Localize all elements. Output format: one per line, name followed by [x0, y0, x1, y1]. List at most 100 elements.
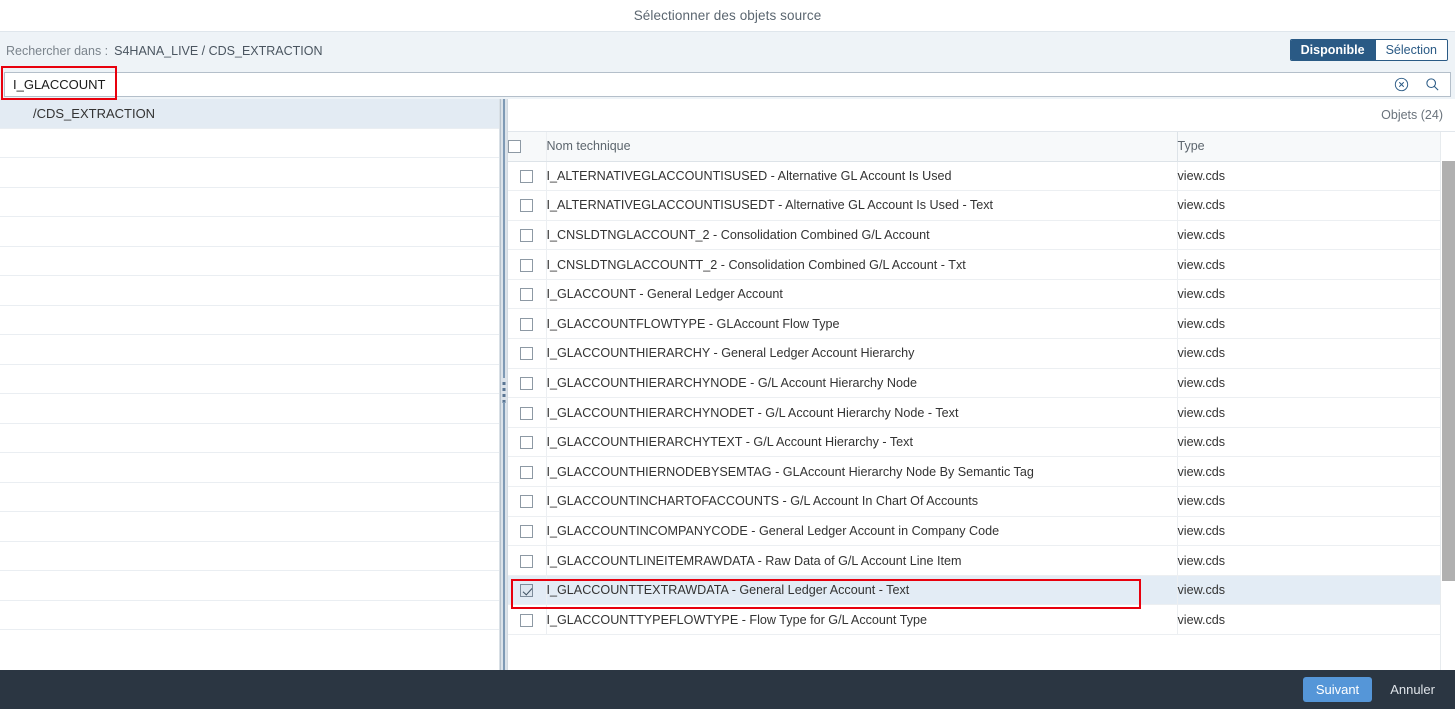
panel-splitter[interactable] — [500, 99, 508, 670]
tab-disponible[interactable]: Disponible — [1290, 40, 1375, 60]
row-type: view.cds — [1176, 308, 1455, 340]
row-checkbox[interactable] — [520, 525, 534, 538]
folder-item-empty[interactable] — [0, 247, 499, 276]
row-checkbox-cell[interactable] — [508, 220, 547, 251]
folder-item-empty[interactable] — [0, 601, 499, 630]
row-type: view.cds — [1176, 516, 1455, 547]
row-type: view.cds — [1176, 397, 1455, 428]
next-button[interactable]: Suivant — [1302, 677, 1373, 702]
table-row[interactable]: I_GLACCOUNTHIERARCHYNODE - G/L Account H… — [508, 368, 1455, 399]
folder-tree-panel[interactable]: /CDS_EXTRACTION — [0, 99, 500, 670]
folder-item-empty[interactable] — [0, 571, 499, 601]
search-icon[interactable] — [1424, 76, 1441, 93]
select-all-header-cell[interactable] — [508, 132, 547, 162]
row-checkbox-cell[interactable] — [508, 161, 547, 192]
folder-item-empty[interactable] — [0, 483, 499, 512]
row-checkbox-cell[interactable] — [508, 575, 547, 606]
search-actions — [1393, 76, 1450, 93]
folder-item-empty[interactable] — [0, 365, 499, 394]
row-checkbox[interactable] — [520, 436, 534, 450]
table-row[interactable]: I_GLACCOUNTTYPEFLOWTYPE - Flow Type for … — [508, 604, 1455, 635]
row-checkbox[interactable] — [520, 169, 534, 183]
row-technical-name: I_CNSLDTNGLACCOUNTT_2 - Consolidation Co… — [546, 249, 1177, 280]
search-input[interactable] — [5, 72, 1393, 96]
folder-item-empty[interactable] — [0, 453, 499, 483]
row-checkbox-cell[interactable] — [508, 427, 547, 458]
folder-item-empty[interactable] — [0, 129, 499, 158]
objects-panel: Objets (24) Nom technique Type I_ALTERNA… — [508, 99, 1455, 670]
row-checkbox[interactable] — [520, 347, 534, 361]
table-row[interactable]: I_GLACCOUNTTEXTRAWDATA - General Ledger … — [508, 575, 1455, 606]
row-checkbox-cell[interactable] — [508, 397, 547, 428]
row-checkbox-cell[interactable] — [508, 456, 547, 488]
select-all-checkbox[interactable] — [508, 140, 521, 154]
folder-item-empty[interactable] — [0, 394, 499, 424]
row-checkbox-cell[interactable] — [508, 368, 547, 399]
row-technical-name: I_GLACCOUNTHIERARCHY - General Ledger Ac… — [546, 338, 1177, 369]
table-row[interactable]: I_CNSLDTNGLACCOUNTT_2 - Consolidation Co… — [508, 249, 1455, 280]
folder-item-empty[interactable] — [0, 512, 499, 542]
tab-selection[interactable]: Sélection — [1374, 40, 1447, 60]
objects-scrollbar[interactable] — [1440, 132, 1455, 670]
row-checkbox[interactable] — [520, 495, 534, 509]
row-checkbox-cell[interactable] — [508, 338, 547, 369]
row-checkbox-cell[interactable] — [508, 516, 547, 547]
table-row[interactable]: I_GLACCOUNTINCHARTOFACCOUNTS - G/L Accou… — [508, 486, 1455, 517]
row-checkbox-cell[interactable] — [508, 190, 547, 221]
row-checkbox[interactable] — [520, 406, 534, 420]
row-checkbox[interactable] — [520, 317, 534, 331]
search-scope-bar: Rechercher dans : S4HANA_LIVE / CDS_EXTR… — [0, 31, 1455, 69]
objects-scrollbar-thumb[interactable] — [1442, 161, 1455, 581]
column-header-name[interactable]: Nom technique — [546, 132, 1177, 162]
view-toggle[interactable]: Disponible Sélection — [1289, 39, 1448, 61]
row-type: view.cds — [1176, 249, 1455, 280]
table-row[interactable]: I_GLACCOUNTHIERARCHYNODET - G/L Account … — [508, 397, 1455, 428]
table-row[interactable]: I_ALTERNATIVEGLACCOUNTISUSEDT - Alternat… — [508, 190, 1455, 221]
table-row[interactable]: I_GLACCOUNT - General Ledger Account view… — [508, 279, 1455, 310]
row-checkbox[interactable] — [520, 199, 534, 213]
row-checkbox[interactable] — [520, 554, 534, 568]
column-header-type[interactable]: Type — [1176, 132, 1455, 162]
table-row[interactable]: I_GLACCOUNTHIERNODEBYSEMTAG - GLAccount … — [508, 456, 1455, 488]
row-checkbox-cell[interactable] — [508, 279, 547, 310]
table-row[interactable]: I_GLACCOUNTLINEITEMRAWDATA - Raw Data of… — [508, 545, 1455, 576]
folder-item-cds-extraction[interactable]: /CDS_EXTRACTION — [0, 99, 499, 129]
row-technical-name: I_GLACCOUNTLINEITEMRAWDATA - Raw Data of… — [546, 545, 1177, 576]
table-row[interactable]: I_GLACCOUNTFLOWTYPE - GLAccount Flow Typ… — [508, 308, 1455, 340]
row-technical-name: I_GLACCOUNTINCOMPANYCODE - General Ledge… — [546, 516, 1177, 547]
row-checkbox-cell[interactable] — [508, 249, 547, 280]
table-row[interactable]: I_GLACCOUNTINCOMPANYCODE - General Ledge… — [508, 516, 1455, 547]
splitter-bar-top — [503, 99, 505, 378]
folder-item-empty[interactable] — [0, 276, 499, 306]
row-type: view.cds — [1176, 338, 1455, 369]
row-checkbox[interactable] — [520, 613, 534, 627]
folder-item-empty[interactable] — [0, 188, 499, 217]
row-checkbox-cell[interactable] — [508, 604, 547, 635]
row-technical-name: I_GLACCOUNTTEXTRAWDATA - General Ledger … — [546, 575, 1177, 606]
row-type: view.cds — [1176, 161, 1455, 192]
table-row[interactable]: I_GLACCOUNTHIERARCHY - General Ledger Ac… — [508, 338, 1455, 369]
row-checkbox-cell[interactable] — [508, 308, 547, 340]
folder-item-empty[interactable] — [0, 217, 499, 247]
folder-item-empty[interactable] — [0, 306, 499, 335]
row-checkbox-cell[interactable] — [508, 545, 547, 576]
row-checkbox[interactable] — [520, 584, 534, 598]
folder-item-empty[interactable] — [0, 335, 499, 365]
table-row[interactable]: I_GLACCOUNTHIERARCHYTEXT - G/L Account H… — [508, 427, 1455, 458]
clear-circle-icon[interactable] — [1393, 76, 1410, 93]
row-checkbox-cell[interactable] — [508, 486, 547, 517]
row-checkbox[interactable] — [520, 288, 534, 302]
folder-item-empty[interactable] — [0, 542, 499, 571]
search-field[interactable] — [4, 71, 1451, 97]
table-row[interactable]: I_CNSLDTNGLACCOUNT_2 - Consolidation Com… — [508, 220, 1455, 251]
row-checkbox[interactable] — [520, 229, 534, 243]
splitter-grip-icon[interactable] — [502, 382, 506, 403]
table-row[interactable]: I_ALTERNATIVEGLACCOUNTISUSED - Alternati… — [508, 161, 1455, 192]
row-checkbox[interactable] — [520, 465, 534, 479]
folder-item-empty[interactable] — [0, 158, 499, 188]
row-checkbox[interactable] — [520, 258, 534, 272]
folder-item-empty[interactable] — [0, 424, 499, 453]
row-checkbox[interactable] — [520, 377, 534, 391]
cancel-button[interactable]: Annuler — [1382, 677, 1443, 702]
row-technical-name: I_GLACCOUNTHIERARCHYTEXT - G/L Account H… — [546, 427, 1177, 458]
